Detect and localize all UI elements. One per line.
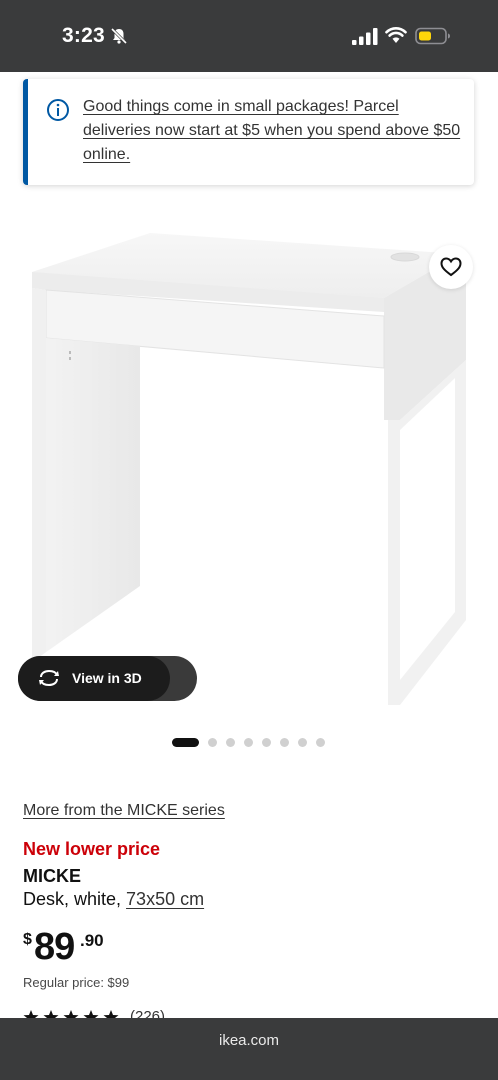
carousel-dot[interactable]	[172, 737, 199, 747]
browser-url-bar[interactable]: ikea.com	[0, 1018, 498, 1080]
product-description-text: Desk, white,	[23, 889, 127, 909]
signal-icon	[352, 28, 378, 45]
series-link[interactable]: More from the MICKE series	[23, 802, 225, 820]
price-integer: 89	[34, 926, 75, 968]
carousel-dot[interactable]	[262, 737, 271, 747]
carousel-dot[interactable]	[280, 737, 289, 747]
price-currency: $	[23, 931, 32, 948]
view-in-3d-label: View in 3D	[72, 670, 142, 686]
price-decimal: .90	[80, 931, 104, 950]
regular-price: Regular price: $99	[23, 975, 130, 990]
product-name: MICKE	[23, 866, 81, 886]
bell-slash-icon	[110, 27, 128, 45]
heart-icon	[440, 257, 462, 277]
carousel-dot[interactable]	[316, 737, 325, 747]
product-description: Desk, white, 73x50 cm	[23, 889, 204, 910]
wifi-icon	[385, 27, 407, 43]
url-text[interactable]: ikea.com	[0, 1032, 498, 1049]
status-bar: 3:23	[0, 0, 498, 72]
product-image[interactable]	[0, 212, 498, 722]
banner-link[interactable]: Good things come in small packages! Parc…	[83, 95, 463, 167]
battery-icon	[415, 27, 450, 45]
view-in-3d-pill: View in 3D	[18, 656, 170, 701]
product-size-link[interactable]: 73x50 cm	[126, 889, 204, 909]
info-icon	[47, 99, 69, 121]
carousel-indicator	[172, 737, 325, 747]
carousel-dot[interactable]	[226, 737, 235, 747]
carousel-dot[interactable]	[244, 737, 253, 747]
info-banner: Good things come in small packages! Parc…	[23, 79, 474, 185]
status-time: 3:23	[62, 24, 105, 47]
price-badge: New lower price	[23, 839, 161, 859]
carousel-dot[interactable]	[298, 737, 307, 747]
favorite-button[interactable]	[429, 245, 473, 289]
rotate-3d-icon	[39, 669, 59, 687]
view-in-3d-button[interactable]: style View in 3D	[18, 656, 197, 701]
desk-illustration	[32, 233, 466, 705]
carousel-dot[interactable]	[208, 737, 217, 747]
